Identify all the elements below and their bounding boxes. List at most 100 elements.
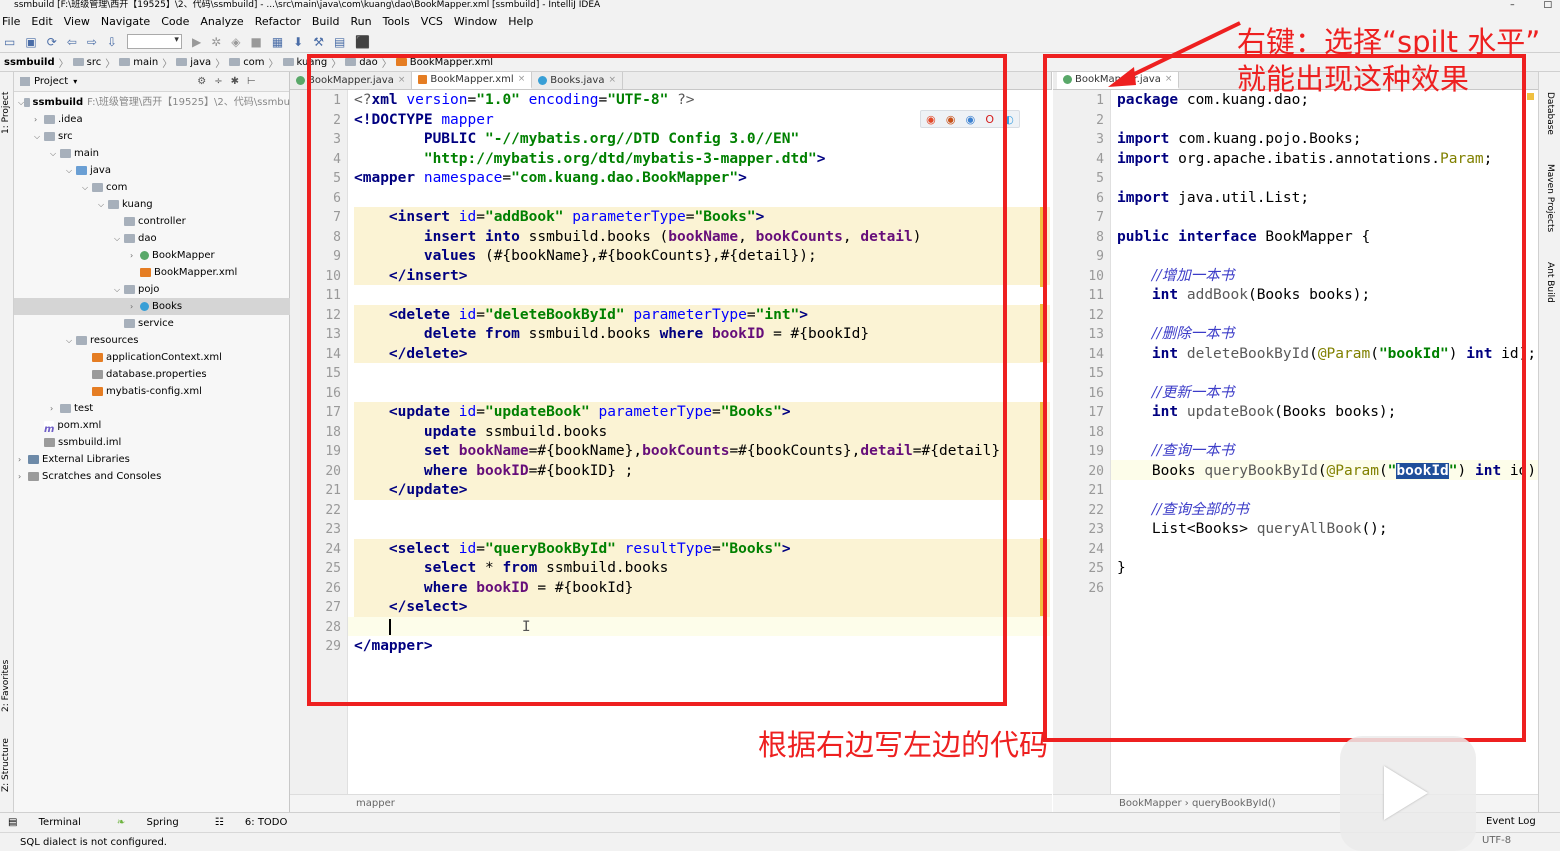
menu-file[interactable]: File [2, 15, 20, 28]
menu-help[interactable]: Help [508, 15, 533, 28]
menu-refactor[interactable]: Refactor [255, 15, 301, 28]
tree-item[interactable]: ⌵ src [14, 128, 290, 145]
tree-item[interactable]: database.properties [14, 366, 290, 383]
tool-tab-database[interactable]: Database [1545, 92, 1555, 135]
vcs-icon[interactable]: ▤ [334, 35, 345, 49]
run-config-dropdown[interactable]: ▾ [126, 34, 182, 49]
chevron-right-icon[interactable]: › [50, 400, 60, 417]
project-view-icon [20, 77, 30, 86]
chevron-down-icon[interactable]: ⌵ [82, 179, 92, 196]
tree-item[interactable]: › Books [14, 298, 290, 315]
debug-icon[interactable]: ✲ [211, 35, 221, 49]
folder-icon [124, 217, 135, 226]
chevron-right-icon[interactable]: › [18, 468, 28, 485]
build-icon[interactable]: ⇩ [107, 35, 117, 49]
breadcrumb-item[interactable]: ssmbuild 〉 [4, 55, 69, 70]
breadcrumb-item[interactable]: java 〉 [176, 55, 225, 70]
menu-run[interactable]: Run [351, 15, 372, 28]
menu-window[interactable]: Window [454, 15, 497, 28]
sync-icon[interactable]: ⟳ [47, 35, 57, 49]
chevron-down-icon[interactable]: ⌵ [66, 332, 76, 349]
forward-icon[interactable]: ⇨ [87, 35, 97, 49]
tree-item[interactable]: applicationContext.xml [14, 349, 290, 366]
folder-icon [119, 58, 131, 66]
tree-item[interactable]: ⌵ java [14, 162, 290, 179]
video-play-overlay[interactable] [1340, 736, 1476, 851]
tool-tab-ant[interactable]: Ant Build [1545, 262, 1555, 303]
open-icon[interactable]: ▭ [4, 35, 15, 49]
tree-item[interactable]: › External Libraries [14, 451, 290, 468]
tree-item[interactable]: ⌵ main [14, 145, 290, 162]
collapse-icon[interactable]: ÷ [214, 76, 222, 87]
settings-icon[interactable]: ✱ [231, 76, 239, 87]
maximize-button[interactable]: □ [1543, 0, 1552, 10]
tree-item[interactable]: mybatis-config.xml [14, 383, 290, 400]
stop-icon[interactable]: ■ [250, 35, 261, 49]
tree-item[interactable]: › test [14, 400, 290, 417]
breadcrumb-item[interactable]: src 〉 [72, 55, 115, 70]
menu-build[interactable]: Build [312, 15, 340, 28]
tool-tab-maven[interactable]: Maven Projects [1545, 164, 1555, 232]
tree-item[interactable]: ⌵ ssmbuild F:\班级管理\西开【19525】\2、代码\ssmbu [14, 94, 290, 111]
chevron-down-icon[interactable]: ⌵ [114, 281, 124, 298]
project-panel-title[interactable]: Project [34, 76, 68, 87]
tree-item[interactable]: service [14, 315, 290, 332]
chevron-right-icon[interactable]: › [18, 451, 28, 468]
play-icon[interactable] [1384, 766, 1428, 820]
chevron-down-icon[interactable]: ⌵ [114, 230, 124, 247]
chevron-down-icon[interactable]: ▾ [73, 77, 77, 86]
minimize-button[interactable]: – [1510, 0, 1515, 10]
tool-tab-structure[interactable]: Z: Structure [1, 738, 11, 792]
menu-code[interactable]: Code [161, 15, 189, 28]
back-icon[interactable]: ⇦ [67, 35, 77, 49]
terminal-tab[interactable]: ▤ Terminal [8, 817, 99, 828]
encoding-indicator[interactable]: UTF-8 [1482, 835, 1511, 846]
project-structure-icon[interactable]: ▦ [272, 35, 283, 49]
tree-item[interactable]: BookMapper.xml [14, 264, 290, 281]
tool-tab-favorites[interactable]: 2: Favorites [1, 660, 11, 712]
tree-item[interactable]: ⌵ dao [14, 230, 290, 247]
menu-view[interactable]: View [64, 15, 90, 28]
library-icon [28, 455, 39, 464]
tree-item[interactable]: m pom.xml [14, 417, 290, 435]
left-editor-breadcrumb[interactable]: mapper [290, 794, 1052, 812]
chevron-down-icon[interactable]: ⌵ [50, 145, 60, 162]
update-icon[interactable]: ⬛ [355, 35, 370, 49]
coverage-icon[interactable]: ◈ [231, 35, 240, 49]
tree-item[interactable]: › .idea [14, 111, 290, 128]
menu-tools[interactable]: Tools [383, 15, 410, 28]
tree-item[interactable]: ssmbuild.iml [14, 434, 290, 451]
chevron-down-icon[interactable]: ⌵ [98, 196, 108, 213]
tree-item-label: BookMapper [152, 250, 215, 261]
breadcrumb-item[interactable]: com 〉 [229, 55, 279, 70]
chevron-right-icon[interactable]: › [130, 247, 140, 264]
event-log-tab[interactable]: Event Log [1486, 816, 1536, 827]
tree-item[interactable]: ⌵ com [14, 179, 290, 196]
gear-icon[interactable]: ⚙ [197, 76, 206, 87]
chevron-right-icon[interactable]: › [34, 111, 44, 128]
tool-tab-project[interactable]: 1: Project [1, 92, 11, 134]
chevron-down-icon[interactable]: ⌵ [34, 128, 44, 145]
chevron-down-icon[interactable]: ⌵ [66, 162, 76, 179]
menu-vcs[interactable]: VCS [421, 15, 443, 28]
tree-item[interactable]: ⌵ resources [14, 332, 290, 349]
status-message[interactable]: SQL dialect is not configured. [20, 837, 167, 848]
tree-item[interactable]: › BookMapper [14, 247, 290, 264]
settings-icon[interactable]: ⚒ [313, 35, 324, 49]
menu-navigate[interactable]: Navigate [101, 15, 150, 28]
hide-icon[interactable]: ⊢ [247, 76, 256, 87]
todo-tab[interactable]: ☷ 6: TODO [215, 817, 306, 828]
tree-item[interactable]: ⌵ pojo [14, 281, 290, 298]
menu-edit[interactable]: Edit [31, 15, 52, 28]
tree-item[interactable]: controller [14, 213, 290, 230]
spring-tab[interactable]: ❧ Spring [117, 817, 197, 828]
sdk-icon[interactable]: ⬇ [293, 35, 303, 49]
menu-analyze[interactable]: Analyze [200, 15, 243, 28]
chevron-right-icon[interactable]: › [130, 298, 140, 315]
tree-item[interactable]: ⌵ kuang [14, 196, 290, 213]
breadcrumb-item[interactable]: main 〉 [119, 55, 172, 70]
run-icon[interactable]: ▶ [192, 35, 201, 49]
tree-item[interactable]: › Scratches and Consoles [14, 468, 290, 485]
save-icon[interactable]: ▣ [25, 35, 36, 49]
tree-item-label: dao [138, 233, 157, 244]
